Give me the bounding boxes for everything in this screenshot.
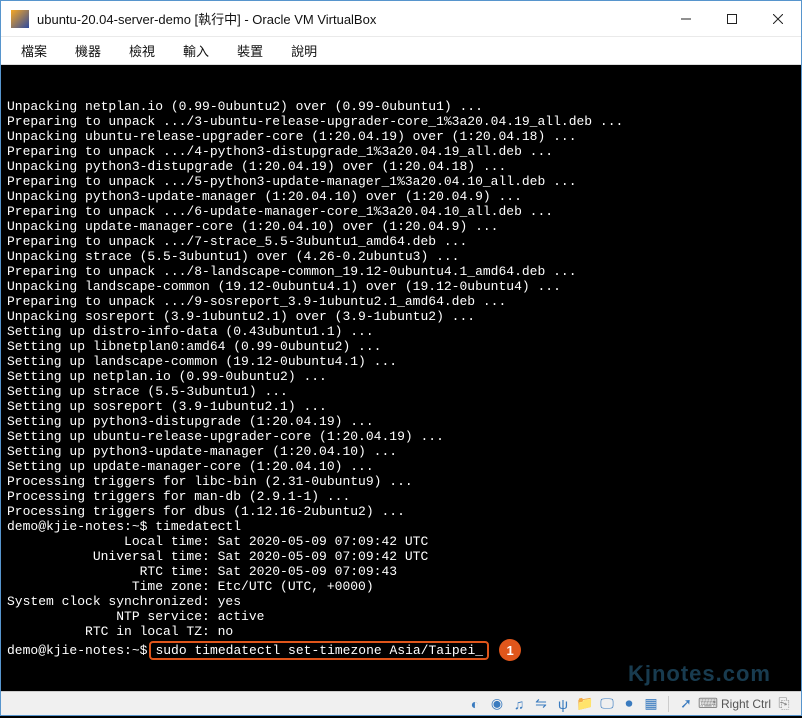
- terminal-line: Unpacking python3-distupgrade (1:20.04.1…: [7, 159, 795, 174]
- terminal-line: Time zone: Etc/UTC (UTC, +0000): [7, 579, 795, 594]
- window-title: ubuntu-20.04-server-demo [執行中] - Oracle …: [37, 9, 663, 28]
- host-key-label: Right Ctrl: [721, 697, 771, 711]
- prompt-text: demo@kjie-notes:~$: [7, 643, 147, 658]
- close-button[interactable]: [755, 1, 801, 37]
- minimize-button[interactable]: [663, 1, 709, 37]
- menu-machine[interactable]: 機器: [75, 41, 101, 60]
- terminal-line: Unpacking strace (5.5-3ubuntu1) over (4.…: [7, 249, 795, 264]
- menu-help[interactable]: 說明: [291, 41, 317, 60]
- terminal-line: Preparing to unpack .../4-python3-distup…: [7, 144, 795, 159]
- menu-input[interactable]: 輸入: [183, 41, 209, 60]
- shared-folder-icon[interactable]: 📁: [576, 695, 594, 713]
- terminal-line: System clock synchronized: yes: [7, 594, 795, 609]
- terminal-line: Setting up libnetplan0:amd64 (0.99-0ubun…: [7, 339, 795, 354]
- menu-view[interactable]: 檢視: [129, 41, 155, 60]
- highlighted-command: sudo timedatectl set-timezone Asia/Taipe…: [149, 641, 489, 660]
- terminal-line: Unpacking landscape-common (19.12-0ubunt…: [7, 279, 795, 294]
- cpu-icon[interactable]: ▦: [642, 695, 660, 713]
- separator: [668, 696, 669, 712]
- terminal-line: Setting up netplan.io (0.99-0ubuntu2) ..…: [7, 369, 795, 384]
- terminal-line: NTP service: active: [7, 609, 795, 624]
- recording-icon[interactable]: ⏺: [620, 695, 638, 713]
- optical-disk-icon[interactable]: ◉: [488, 695, 506, 713]
- terminal-line: Setting up update-manager-core (1:20.04.…: [7, 459, 795, 474]
- terminal-line: Universal time: Sat 2020-05-09 07:09:42 …: [7, 549, 795, 564]
- keyboard-capture-icon[interactable]: ⌨: [699, 695, 717, 713]
- mouse-integration-icon[interactable]: ➚: [677, 695, 695, 713]
- hard-disk-icon[interactable]: ◐: [466, 695, 484, 713]
- menu-bar: 檔案 機器 檢視 輸入 裝置 說明: [1, 37, 801, 65]
- terminal-line: Preparing to unpack .../8-landscape-comm…: [7, 264, 795, 279]
- app-icon: [11, 10, 29, 28]
- menu-file[interactable]: 檔案: [21, 41, 47, 60]
- terminal-line: Setting up landscape-common (19.12-0ubun…: [7, 354, 795, 369]
- terminal-line: RTC in local TZ: no: [7, 624, 795, 639]
- window-titlebar: ubuntu-20.04-server-demo [執行中] - Oracle …: [1, 1, 801, 37]
- terminal-line: Unpacking update-manager-core (1:20.04.1…: [7, 219, 795, 234]
- terminal-line: Unpacking sosreport (3.9-1ubuntu2.1) ove…: [7, 309, 795, 324]
- terminal-line: Setting up sosreport (3.9-1ubuntu2.1) ..…: [7, 399, 795, 414]
- terminal-line: Unpacking netplan.io (0.99-0ubuntu2) ove…: [7, 99, 795, 114]
- terminal-line: demo@kjie-notes:~$ timedatectl: [7, 519, 795, 534]
- menu-devices[interactable]: 裝置: [237, 41, 263, 60]
- maximize-button[interactable]: [709, 1, 755, 37]
- terminal-line: Unpacking python3-update-manager (1:20.0…: [7, 189, 795, 204]
- terminal-line: Setting up distro-info-data (0.43ubuntu1…: [7, 324, 795, 339]
- terminal-line: Setting up strace (5.5-3ubuntu1) ...: [7, 384, 795, 399]
- terminal-line: Setting up ubuntu-release-upgrader-core …: [7, 429, 795, 444]
- usb-icon[interactable]: ψ: [554, 695, 572, 713]
- terminal[interactable]: Unpacking netplan.io (0.99-0ubuntu2) ove…: [1, 65, 801, 673]
- terminal-line: Preparing to unpack .../9-sosreport_3.9-…: [7, 294, 795, 309]
- terminal-line: RTC time: Sat 2020-05-09 07:09:43: [7, 564, 795, 579]
- terminal-line: Setting up python3-distupgrade (1:20.04.…: [7, 414, 795, 429]
- audio-icon[interactable]: ♫: [510, 695, 528, 713]
- status-bar: ◐ ◉ ♫ ⇋ ψ 📁 🖵 ⏺ ▦ ➚ ⌨ Right Ctrl ⎘: [1, 691, 801, 715]
- terminal-line: Unpacking ubuntu-release-upgrader-core (…: [7, 129, 795, 144]
- terminal-line: Setting up python3-update-manager (1:20.…: [7, 444, 795, 459]
- terminal-line: Processing triggers for dbus (1.12.16-2u…: [7, 504, 795, 519]
- terminal-line: Processing triggers for libc-bin (2.31-0…: [7, 474, 795, 489]
- terminal-line: Preparing to unpack .../5-python3-update…: [7, 174, 795, 189]
- terminal-line: Preparing to unpack .../7-strace_5.5-3ub…: [7, 234, 795, 249]
- terminal-line: Local time: Sat 2020-05-09 07:09:42 UTC: [7, 534, 795, 549]
- display-icon[interactable]: 🖵: [598, 695, 616, 713]
- terminal-line: Preparing to unpack .../3-ubuntu-release…: [7, 114, 795, 129]
- terminal-line: Processing triggers for man-db (2.9.1-1)…: [7, 489, 795, 504]
- terminal-prompt-line: demo@kjie-notes:~$sudo timedatectl set-t…: [7, 639, 795, 661]
- annotation-badge: 1: [499, 639, 521, 661]
- host-key-indicator-icon: ⎘: [775, 695, 793, 713]
- network-icon[interactable]: ⇋: [532, 695, 550, 713]
- terminal-line: Preparing to unpack .../6-update-manager…: [7, 204, 795, 219]
